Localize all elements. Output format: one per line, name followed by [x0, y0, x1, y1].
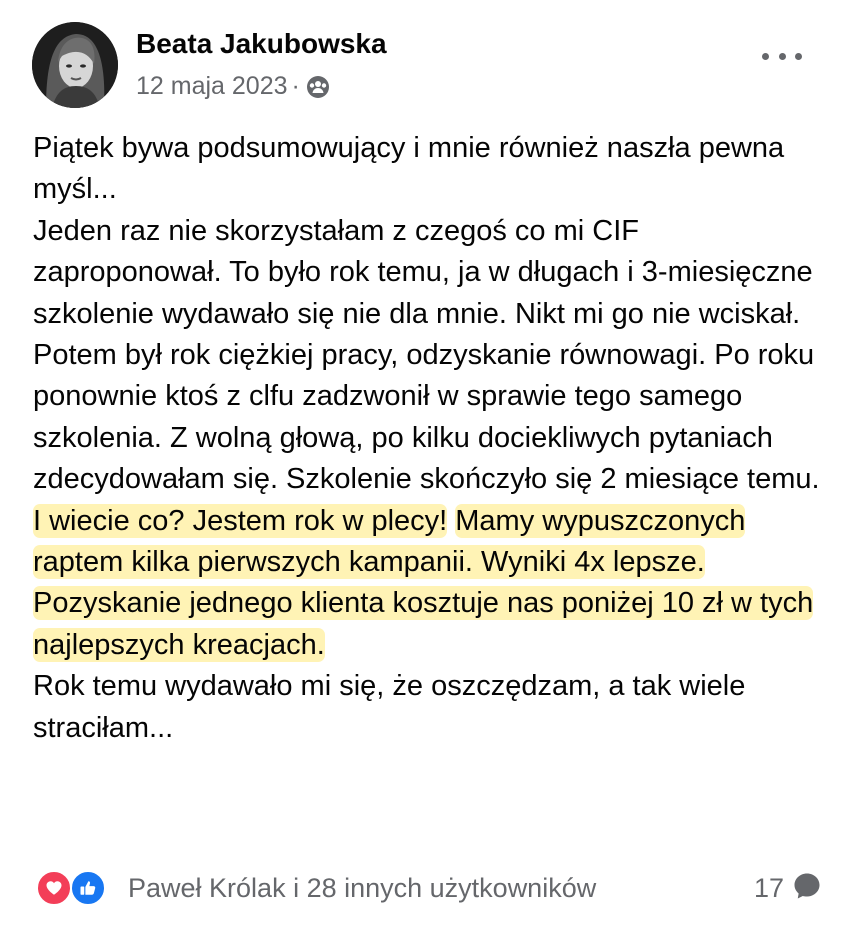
- reaction-icons: [36, 869, 114, 907]
- comment-count: 17: [753, 872, 784, 903]
- post-paragraph: Potem był rok ciężkiej pracy, odzyskanie…: [33, 335, 823, 666]
- post-text: Potem był rok ciężkiej pracy, odzyskanie…: [33, 339, 820, 496]
- reactions-text: Paweł Królak i 28 innych użytkowników: [128, 872, 597, 903]
- reactions-summary[interactable]: Paweł Królak i 28 innych użytkowników: [36, 868, 596, 908]
- more-options-button[interactable]: [762, 44, 802, 68]
- more-horizontal-icon: [762, 52, 769, 60]
- comments-summary[interactable]: 17: [754, 868, 822, 908]
- post-meta: 12 maja 2023 ·: [136, 72, 330, 101]
- post-body: Piątek bywa podsumowujący i mnie również…: [33, 128, 823, 749]
- facebook-post: Beata Jakubowska 12 maja 2023 · Piątek b…: [0, 0, 850, 926]
- post-header: Beata Jakubowska 12 maja 2023 ·: [32, 22, 818, 110]
- meta-separator: ·: [291, 72, 300, 100]
- love-icon: [36, 870, 72, 906]
- post-paragraph: Jeden raz nie skorzystałam z czegoś co m…: [33, 214, 813, 330]
- highlighted-text: I wiecie co? Jestem rok w plecy!: [33, 503, 448, 538]
- post-paragraph: Piątek bywa podsumowujący i mnie również…: [33, 132, 785, 206]
- author-name[interactable]: Beata Jakubowska: [136, 28, 387, 60]
- post-date[interactable]: 12 maja 2023: [136, 72, 288, 101]
- post-footer: Paweł Królak i 28 innych użytkowników 17: [36, 866, 826, 910]
- like-icon: [70, 870, 106, 906]
- author-avatar[interactable]: [32, 22, 118, 108]
- post-paragraph: Rok temu wydawało mi się, że oszczędzam,…: [33, 670, 746, 744]
- group-icon: [306, 75, 330, 99]
- comment-bubble-icon: [792, 871, 822, 906]
